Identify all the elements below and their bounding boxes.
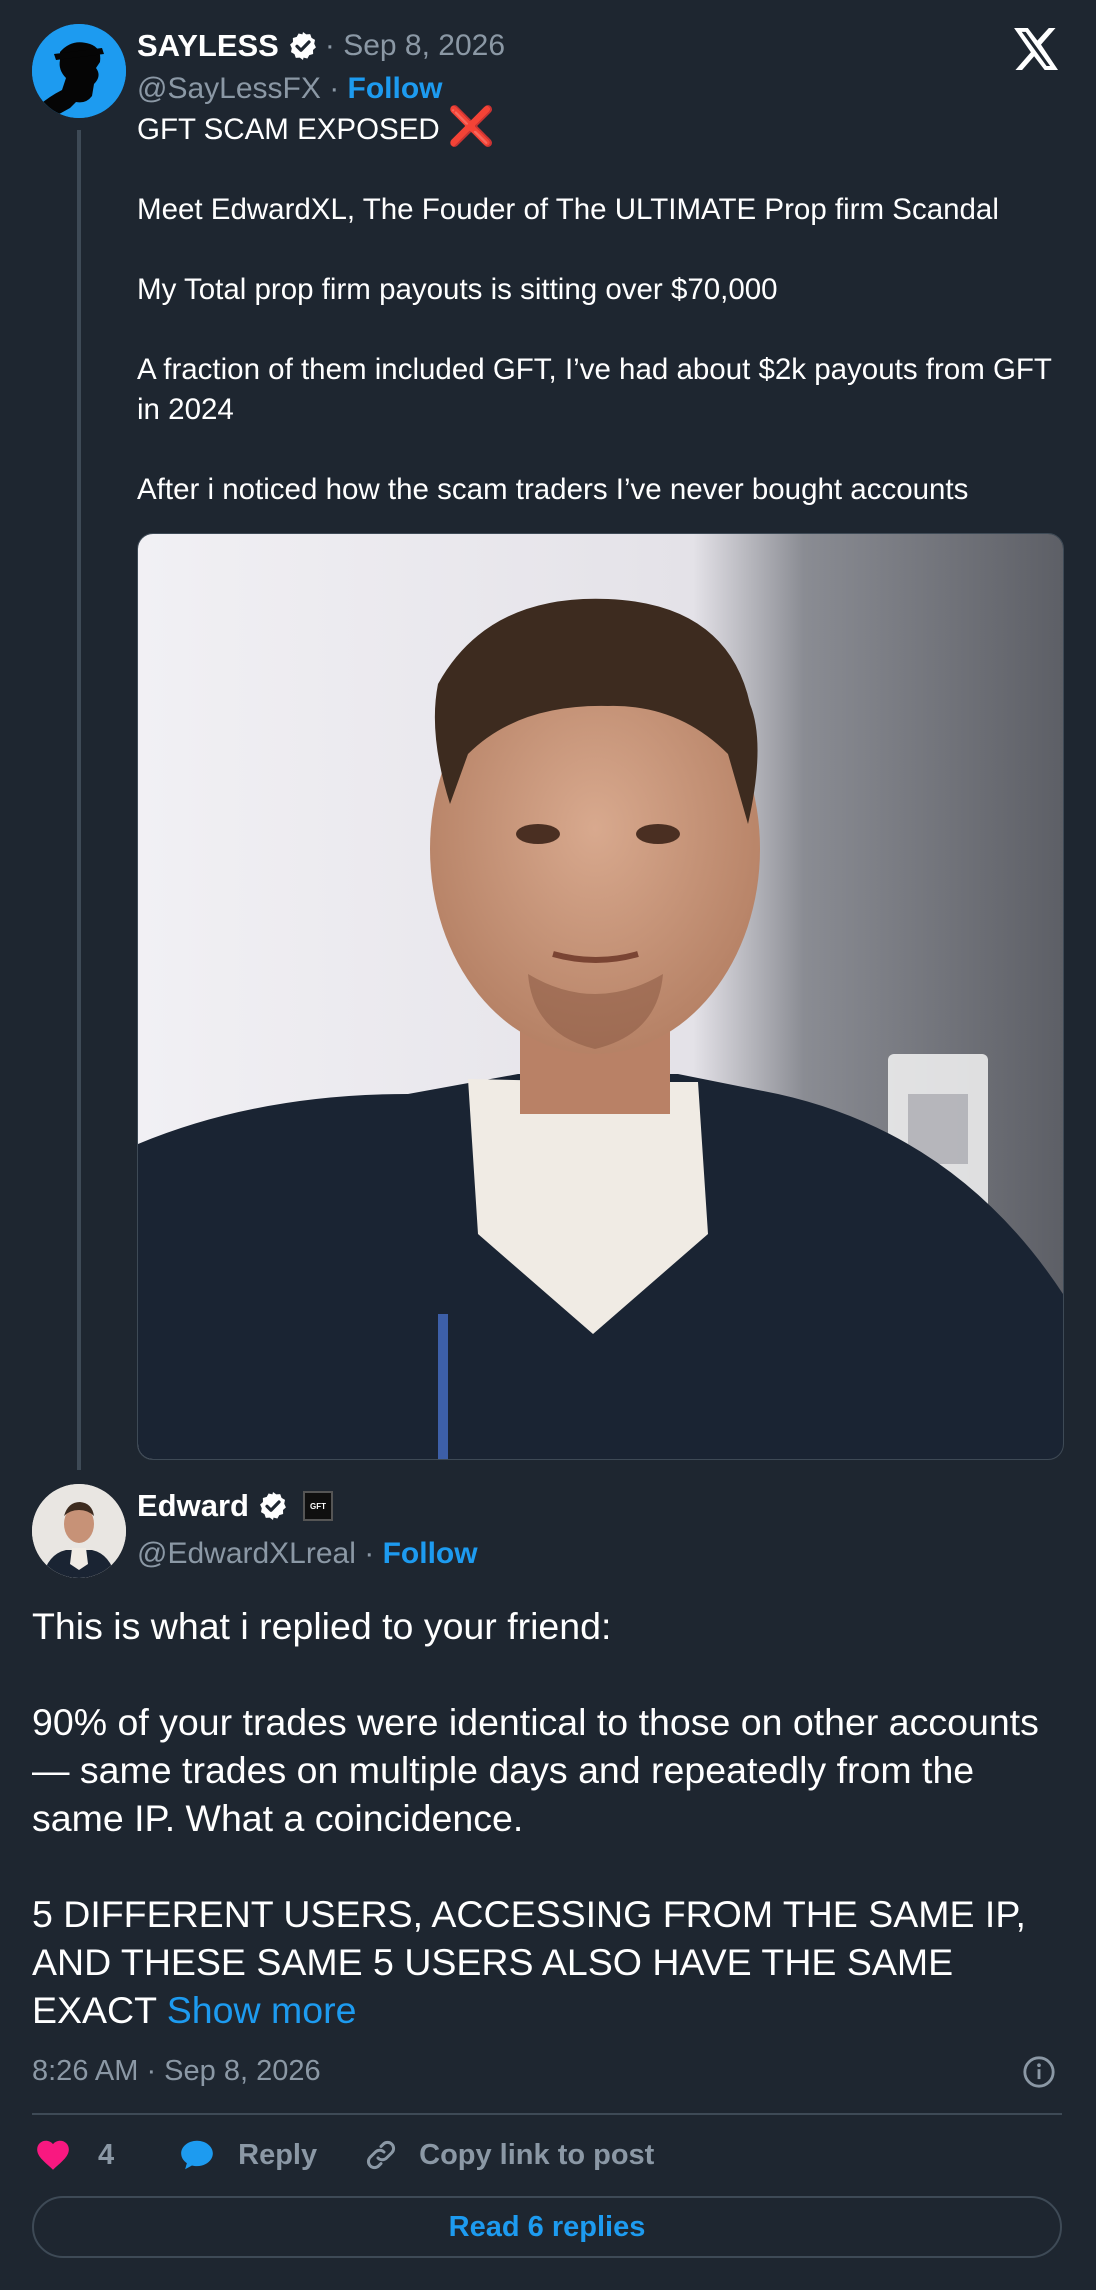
quoted-line-1: GFT SCAM EXPOSED bbox=[137, 113, 440, 146]
quoted-author-handle[interactable]: @SayLessFX bbox=[137, 72, 321, 105]
speech-bubble-icon bbox=[178, 2136, 216, 2174]
heart-icon bbox=[34, 2136, 72, 2174]
affiliate-badge-text: GFT bbox=[309, 1501, 326, 1511]
quoted-line-2: Meet EdwardXL, The Fouder of The ULTIMAT… bbox=[137, 193, 999, 226]
reply-label: Reply bbox=[238, 2138, 318, 2171]
post-author-row: Edward GFT bbox=[137, 1488, 333, 1524]
post-timestamp[interactable]: 8:26 AM · Sep 8, 2026 bbox=[32, 2055, 321, 2088]
x-logo-icon[interactable] bbox=[1014, 28, 1060, 70]
copy-link-label: Copy link to post bbox=[419, 2138, 655, 2171]
quoted-line-5: After i noticed how the scam traders I’v… bbox=[137, 473, 969, 506]
quoted-handle-row: @SayLessFX · Follow bbox=[137, 72, 443, 106]
separator-dot: · bbox=[355, 1537, 383, 1570]
verified-badge-icon bbox=[257, 1490, 289, 1522]
post-paragraph-2: 90% of your trades were identical to tho… bbox=[32, 1701, 1039, 1839]
post-text: This is what i replied to your friend: 9… bbox=[32, 1602, 1062, 2034]
like-button[interactable]: 4 bbox=[34, 2136, 114, 2174]
separator-dot: · bbox=[320, 72, 348, 105]
thread-connector-line bbox=[77, 130, 81, 1470]
edward-avatar[interactable] bbox=[32, 1484, 126, 1578]
link-icon bbox=[363, 2137, 399, 2173]
cross-mark-icon: ❌ bbox=[447, 106, 496, 148]
post-handle-row: @EdwardXLreal · Follow bbox=[137, 1537, 478, 1571]
quoted-author-name[interactable]: SAYLESS bbox=[137, 28, 279, 64]
post-paragraph-1: This is what i replied to your friend: bbox=[32, 1605, 612, 1647]
attached-photo[interactable] bbox=[137, 533, 1064, 1460]
action-bar: 4 Reply Copy link to post bbox=[34, 2130, 654, 2180]
info-icon[interactable] bbox=[1022, 2055, 1056, 2089]
post-author-name[interactable]: Edward bbox=[137, 1488, 249, 1524]
post-author-handle[interactable]: @EdwardXLreal bbox=[137, 1537, 356, 1570]
quoted-author-row: SAYLESS · Sep 8, 2026 bbox=[137, 28, 505, 64]
read-replies-button[interactable]: Read 6 replies bbox=[32, 2196, 1062, 2258]
embedded-post-card: SAYLESS · Sep 8, 2026 @SayLessFX · Follo… bbox=[0, 0, 1096, 2290]
reply-button[interactable]: Reply bbox=[178, 2136, 317, 2174]
verified-badge-icon bbox=[287, 30, 319, 62]
like-count: 4 bbox=[98, 2138, 115, 2171]
quoted-line-4: A fraction of them included GFT, I’ve ha… bbox=[137, 353, 1052, 426]
divider bbox=[32, 2113, 1062, 2115]
affiliate-badge-icon[interactable]: GFT bbox=[302, 1491, 333, 1521]
sayless-avatar[interactable] bbox=[32, 24, 126, 118]
quoted-post-text: GFT SCAM EXPOSED ❌ Meet EdwardXL, The Fo… bbox=[137, 108, 1057, 510]
quoted-post-date[interactable]: · Sep 8, 2026 bbox=[325, 29, 505, 63]
copy-link-button[interactable]: Copy link to post bbox=[363, 2137, 654, 2173]
follow-sayless-button[interactable]: Follow bbox=[348, 72, 443, 105]
follow-edward-button[interactable]: Follow bbox=[383, 1537, 478, 1570]
show-more-link[interactable]: Show more bbox=[156, 1989, 357, 2031]
quoted-line-3: My Total prop firm payouts is sitting ov… bbox=[137, 273, 778, 306]
